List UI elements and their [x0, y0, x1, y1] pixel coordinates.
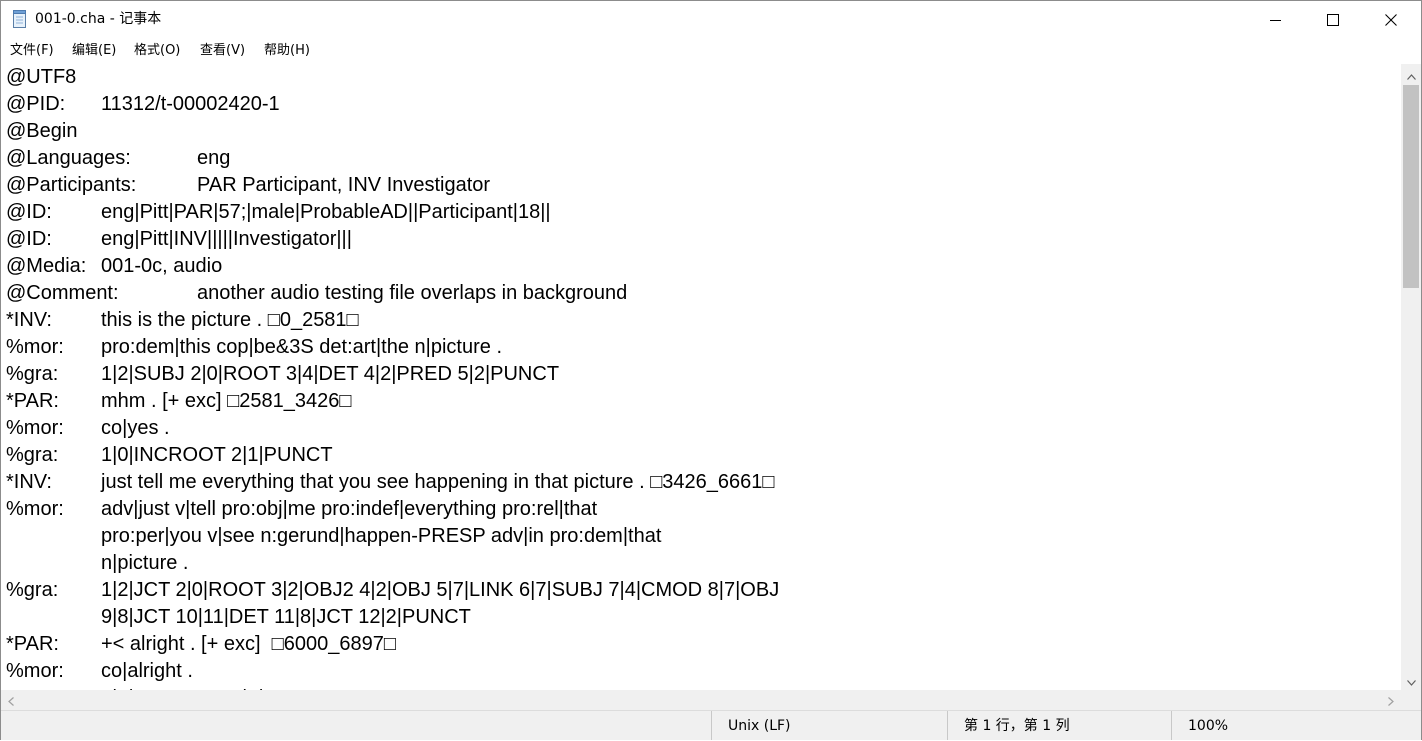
scroll-up-button[interactable] — [1401, 64, 1421, 84]
maximize-icon — [1327, 13, 1339, 26]
line-tag: *PAR: — [6, 633, 59, 655]
line-value: 1|0|INCROOT 2|1|PUNCT — [101, 444, 333, 466]
line-tag: *PAR: — [6, 390, 59, 412]
line-tag: %mor: — [6, 417, 64, 439]
line-tag: @ID: — [6, 201, 52, 223]
window-title: 001-0.cha - 记事本 — [35, 11, 162, 27]
line-tag: @Languages: — [6, 147, 131, 169]
line-value: 001-0c, audio — [101, 255, 223, 277]
menu-format[interactable]: 格式(O) — [133, 42, 181, 60]
notepad-icon — [12, 10, 28, 28]
menu-bar: 文件(F) 编辑(E) 格式(O) 查看(V) 帮助(H) — [1, 38, 1421, 64]
line-tag: @UTF8 — [6, 66, 77, 88]
line-value: adv|just v|tell pro:obj|me pro:indef|eve… — [101, 498, 598, 520]
chevron-right-icon — [1388, 691, 1394, 710]
chevron-up-icon — [1406, 65, 1416, 84]
line-tag: %gra: — [6, 363, 59, 385]
line-value: just tell me everything that you see hap… — [101, 471, 775, 493]
status-bar: Unix (LF) 第 1 行，第 1 列 100% — [1, 710, 1421, 740]
line-value: another audio testing file overlaps in b… — [197, 282, 628, 304]
line-tag: %mor: — [6, 336, 64, 358]
minimize-icon — [1270, 14, 1282, 26]
line-tag: @ID: — [6, 228, 52, 250]
line-tag: @PID: — [6, 93, 66, 115]
line-value: 9|8|JCT 10|11|DET 11|8|JCT 12|2|PUNCT — [101, 606, 471, 628]
menu-help[interactable]: 帮助(H) — [263, 42, 311, 60]
line-value: eng|Pitt|PAR|57;|male|ProbableAD||Partic… — [101, 201, 551, 223]
minimize-button[interactable] — [1247, 1, 1305, 38]
scrollbar-thumb[interactable] — [1403, 85, 1419, 288]
maximize-button[interactable] — [1304, 1, 1362, 38]
line-value: +< alright . [+ exc] □6000_6897□ — [101, 633, 396, 655]
status-zoom: 100% — [1171, 711, 1421, 740]
menu-edit[interactable]: 编辑(E) — [71, 42, 117, 60]
line-value: co|yes . — [101, 417, 170, 439]
line-tag: @Participants: — [6, 174, 137, 196]
line-value: n|picture . — [101, 552, 189, 574]
scroll-down-button[interactable] — [1401, 670, 1421, 690]
line-tag: @Comment: — [6, 282, 119, 304]
line-value: PAR Participant, INV Investigator — [197, 174, 491, 196]
line-value: this is the picture . □0_2581□ — [101, 309, 359, 331]
scroll-left-button[interactable] — [1, 690, 21, 710]
line-value: pro:per|you v|see n:gerund|happen-PRESP … — [101, 525, 662, 547]
menu-file[interactable]: 文件(F) — [9, 42, 55, 60]
chevron-down-icon — [1406, 671, 1416, 690]
text-editor[interactable]: @UTF8 @PID: 11312/t-00002420-1 @Begin @Langu… — [1, 64, 1401, 690]
horizontal-scrollbar[interactable] — [1, 690, 1401, 710]
line-tag: *INV: — [6, 309, 52, 331]
line-tag: *INV: — [6, 471, 52, 493]
line-value: eng — [197, 147, 231, 169]
line-tag: %gra: — [6, 579, 59, 601]
chevron-left-icon — [8, 691, 14, 710]
line-tag: @Media: — [6, 255, 87, 277]
notepad-window: 001-0.cha - 记事本 文件(F) 编辑(E) 格式(O) 查看(V) … — [0, 0, 1422, 740]
status-line-ending: Unix (LF) — [711, 711, 947, 740]
line-tag: %mor: — [6, 660, 64, 682]
line-value: 1|2|SUBJ 2|0|ROOT 3|4|DET 4|2|PRED 5|2|P… — [101, 363, 560, 385]
line-value: co|alright . — [101, 660, 193, 682]
menu-view[interactable]: 查看(V) — [199, 42, 246, 60]
status-cursor-position: 第 1 行，第 1 列 — [947, 711, 1171, 740]
close-icon — [1385, 13, 1397, 26]
close-button[interactable] — [1362, 1, 1420, 38]
line-value: 11312/t-00002420-1 — [101, 93, 280, 115]
line-value: 1|2|JCT 2|0|ROOT 3|2|OBJ2 4|2|OBJ 5|7|LI… — [101, 579, 780, 601]
line-value: pro:dem|this cop|be&3S det:art|the n|pic… — [101, 336, 503, 358]
line-tag: %mor: — [6, 498, 64, 520]
scroll-right-button[interactable] — [1381, 690, 1401, 710]
line-value: mhm . [+ exc] □2581_3426□ — [101, 390, 352, 412]
line-value: eng|Pitt|INV|||||Investigator||| — [101, 228, 352, 250]
scrollbar-corner — [1401, 690, 1421, 710]
line-tag: @Begin — [6, 120, 78, 142]
line-tag: %gra: — [6, 444, 59, 466]
title-bar[interactable]: 001-0.cha - 记事本 — [1, 1, 1421, 38]
vertical-scrollbar[interactable] — [1401, 64, 1421, 690]
